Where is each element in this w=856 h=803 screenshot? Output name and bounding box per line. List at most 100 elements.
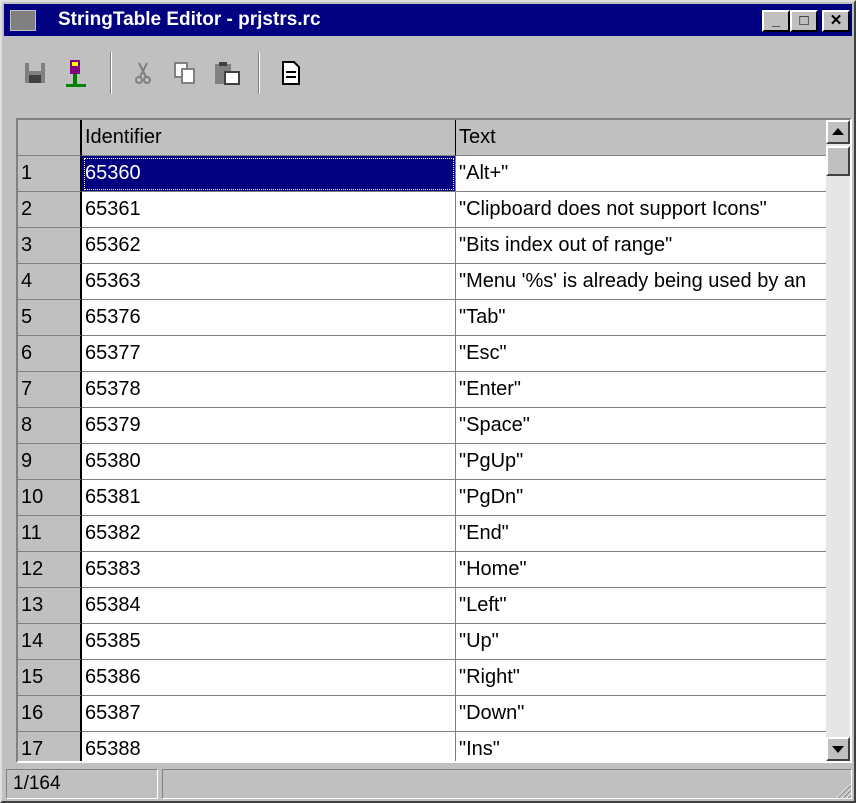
table-row[interactable]: 9 65380 "PgUp" bbox=[18, 444, 826, 480]
column-header-identifier[interactable]: Identifier bbox=[82, 120, 456, 156]
table-row[interactable]: 17 65388 "Ins" bbox=[18, 732, 826, 761]
toolbar bbox=[4, 38, 852, 108]
text-cell[interactable]: "Tab" bbox=[456, 300, 826, 336]
text-cell[interactable]: "Alt+" bbox=[456, 156, 826, 192]
toolbar-separator bbox=[110, 52, 112, 94]
toolbar-separator bbox=[258, 52, 260, 94]
row-header[interactable]: 15 bbox=[18, 660, 82, 696]
text-cell[interactable]: "Clipboard does not support Icons" bbox=[456, 192, 826, 228]
stringtable-editor-window: StringTable Editor - prjstrs.rc _ □ ✕ Id… bbox=[0, 0, 856, 803]
text-cell[interactable]: "Home" bbox=[456, 552, 826, 588]
identifier-cell[interactable]: 65363 bbox=[82, 264, 456, 300]
window-title: StringTable Editor - prjstrs.rc bbox=[58, 9, 321, 30]
row-header[interactable]: 17 bbox=[18, 732, 82, 761]
properties-button[interactable] bbox=[274, 56, 308, 90]
row-header[interactable]: 16 bbox=[18, 696, 82, 732]
arrow-up-icon bbox=[832, 128, 844, 135]
text-cell[interactable]: "End" bbox=[456, 516, 826, 552]
paste-button[interactable] bbox=[210, 56, 244, 90]
table-row[interactable]: 11 65382 "End" bbox=[18, 516, 826, 552]
row-header[interactable]: 1 bbox=[18, 156, 82, 192]
text-cell[interactable]: "PgDn" bbox=[456, 480, 826, 516]
table-row[interactable]: 3 65362 "Bits index out of range" bbox=[18, 228, 826, 264]
scroll-down-button[interactable] bbox=[826, 737, 850, 761]
table-row[interactable]: 16 65387 "Down" bbox=[18, 696, 826, 732]
text-cell[interactable]: "Down" bbox=[456, 696, 826, 732]
save-button[interactable] bbox=[18, 56, 52, 90]
identifier-cell[interactable]: 65383 bbox=[82, 552, 456, 588]
identifier-cell[interactable]: 65380 bbox=[82, 444, 456, 480]
identifier-cell[interactable]: 65387 bbox=[82, 696, 456, 732]
table-row[interactable]: 10 65381 "PgDn" bbox=[18, 480, 826, 516]
identifier-cell[interactable]: 65360 bbox=[82, 156, 456, 192]
column-header-text[interactable]: Text bbox=[456, 120, 826, 156]
table-row[interactable]: 1 65360 "Alt+" bbox=[18, 156, 826, 192]
grid-header-row: Identifier Text bbox=[18, 120, 826, 156]
close-button[interactable]: ✕ bbox=[822, 10, 850, 32]
identifier-cell[interactable]: 65385 bbox=[82, 624, 456, 660]
identifier-cell[interactable]: 65384 bbox=[82, 588, 456, 624]
row-header[interactable]: 2 bbox=[18, 192, 82, 228]
row-header[interactable]: 11 bbox=[18, 516, 82, 552]
identifier-cell[interactable]: 65382 bbox=[82, 516, 456, 552]
vertical-scrollbar[interactable] bbox=[826, 120, 850, 761]
status-message bbox=[162, 769, 852, 799]
row-header[interactable]: 4 bbox=[18, 264, 82, 300]
table-row[interactable]: 4 65363 "Menu '%s' is already being used b… bbox=[18, 264, 826, 300]
text-cell[interactable]: "Bits index out of range" bbox=[456, 228, 826, 264]
text-cell[interactable]: "Right" bbox=[456, 660, 826, 696]
identifier-cell[interactable]: 65386 bbox=[82, 660, 456, 696]
row-header[interactable]: 3 bbox=[18, 228, 82, 264]
row-header[interactable]: 5 bbox=[18, 300, 82, 336]
minimize-icon: _ bbox=[771, 12, 781, 29]
identifier-cell[interactable]: 65361 bbox=[82, 192, 456, 228]
row-header[interactable]: 14 bbox=[18, 624, 82, 660]
row-header[interactable]: 9 bbox=[18, 444, 82, 480]
string-table-grid[interactable]: Identifier Text 1 65360 "Alt+" 2 65361 "Clipb… bbox=[16, 118, 852, 763]
row-header[interactable]: 12 bbox=[18, 552, 82, 588]
app-icon[interactable] bbox=[10, 10, 36, 31]
identifier-cell[interactable]: 65377 bbox=[82, 336, 456, 372]
table-row[interactable]: 5 65376 "Tab" bbox=[18, 300, 826, 336]
text-cell[interactable]: "PgUp" bbox=[456, 444, 826, 480]
copy-button[interactable] bbox=[168, 56, 202, 90]
text-cell[interactable]: "Left" bbox=[456, 588, 826, 624]
scroll-thumb[interactable] bbox=[826, 146, 850, 176]
text-cell[interactable]: "Up" bbox=[456, 624, 826, 660]
grid-corner[interactable] bbox=[18, 120, 82, 156]
table-row[interactable]: 6 65377 "Esc" bbox=[18, 336, 826, 372]
text-cell[interactable]: "Space" bbox=[456, 408, 826, 444]
maximize-icon: □ bbox=[799, 12, 809, 29]
text-cell[interactable]: "Ins" bbox=[456, 732, 826, 761]
identifier-cell[interactable]: 65381 bbox=[82, 480, 456, 516]
arrow-down-icon bbox=[832, 746, 844, 753]
text-cell[interactable]: "Esc" bbox=[456, 336, 826, 372]
title-bar[interactable]: StringTable Editor - prjstrs.rc _ □ ✕ bbox=[4, 4, 852, 36]
text-cell[interactable]: "Menu '%s' is already being used by an bbox=[456, 264, 826, 300]
minimize-button[interactable]: _ bbox=[762, 10, 790, 32]
identifier-cell[interactable]: 65388 bbox=[82, 732, 456, 761]
identifier-cell[interactable]: 65379 bbox=[82, 408, 456, 444]
size-grip-icon[interactable] bbox=[834, 781, 852, 799]
cut-button[interactable] bbox=[126, 56, 160, 90]
maximize-button[interactable]: □ bbox=[790, 10, 818, 32]
row-header[interactable]: 6 bbox=[18, 336, 82, 372]
import-button[interactable] bbox=[60, 56, 94, 90]
table-row[interactable]: 13 65384 "Left" bbox=[18, 588, 826, 624]
row-header[interactable]: 8 bbox=[18, 408, 82, 444]
table-row[interactable]: 14 65385 "Up" bbox=[18, 624, 826, 660]
table-row[interactable]: 12 65383 "Home" bbox=[18, 552, 826, 588]
table-row[interactable]: 15 65386 "Right" bbox=[18, 660, 826, 696]
scroll-up-button[interactable] bbox=[826, 120, 850, 144]
row-header[interactable]: 10 bbox=[18, 480, 82, 516]
identifier-cell[interactable]: 65362 bbox=[82, 228, 456, 264]
identifier-cell[interactable]: 65378 bbox=[82, 372, 456, 408]
row-header[interactable]: 7 bbox=[18, 372, 82, 408]
table-row[interactable]: 2 65361 "Clipboard does not support Icons" bbox=[18, 192, 826, 228]
text-cell[interactable]: "Enter" bbox=[456, 372, 826, 408]
identifier-cell[interactable]: 65376 bbox=[82, 300, 456, 336]
row-header[interactable]: 13 bbox=[18, 588, 82, 624]
table-row[interactable]: 8 65379 "Space" bbox=[18, 408, 826, 444]
paste-icon bbox=[215, 62, 240, 85]
table-row[interactable]: 7 65378 "Enter" bbox=[18, 372, 826, 408]
